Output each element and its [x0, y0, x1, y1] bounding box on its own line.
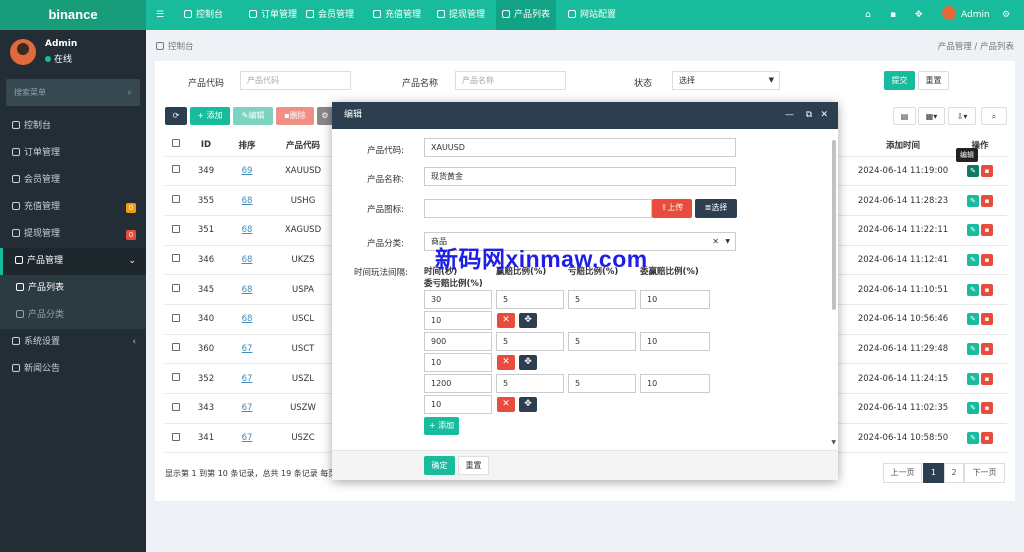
interval-win-input[interactable]: 5 [496, 332, 564, 351]
interval-entrust-loss-input[interactable]: 10 [424, 395, 492, 414]
col-entrust-loss-header: 委亏赔比例(%) [424, 279, 483, 289]
category-field-label: 产品分类: [367, 239, 404, 249]
remove-row-icon[interactable]: ✕ [497, 355, 515, 370]
add-interval-label: 添加 [438, 421, 455, 430]
interval-loss-input[interactable]: 5 [568, 332, 636, 351]
choose-label: 选择 [711, 203, 728, 212]
dialog-reset-button[interactable]: 重置 [458, 456, 489, 475]
interval-entrust-win-input[interactable]: 10 [640, 290, 710, 309]
dialog-title: 编辑 [344, 110, 363, 120]
interval-loss-input[interactable]: 5 [568, 290, 636, 309]
dialog-scrollbar[interactable] [832, 140, 836, 310]
interval-time-input[interactable]: 900 [424, 332, 492, 351]
interval-entrust-loss-input[interactable]: 10 [424, 353, 492, 372]
code-field-input[interactable]: XAUUSD [424, 138, 736, 157]
edit-dialog: 编辑 — ⧉ ✕ 产品代码: XAUUSD 产品名称: 现货黄金 产品图标: ⇪… [332, 102, 838, 480]
add-interval-button[interactable]: + 添加 [424, 417, 459, 435]
close-icon[interactable]: ✕ [820, 102, 828, 129]
upload-label: 上传 [667, 203, 684, 212]
move-row-icon[interactable]: ✥ [519, 313, 537, 328]
name-field-label: 产品名称: [367, 175, 404, 185]
interval-time-input[interactable]: 1200 [424, 374, 492, 393]
icon-field-label: 产品图标: [367, 205, 404, 215]
watermark: 新码网xinmaw.com [435, 246, 648, 272]
remove-row-icon[interactable]: ✕ [497, 313, 515, 328]
interval-entrust-win-input[interactable]: 10 [640, 332, 710, 351]
caret-down-icon: ▼ [725, 238, 730, 245]
move-row-icon[interactable]: ✥ [519, 397, 537, 412]
interval-win-input[interactable]: 5 [496, 290, 564, 309]
move-row-icon[interactable]: ✥ [519, 355, 537, 370]
choose-button[interactable]: ≣选择 [695, 199, 737, 218]
clear-icon[interactable]: ✕ [712, 233, 719, 250]
minimize-icon[interactable]: — [785, 102, 794, 129]
interval-win-input[interactable]: 5 [496, 374, 564, 393]
interval-entrust-loss-input[interactable]: 10 [424, 311, 492, 330]
icon-field-input[interactable] [424, 199, 652, 218]
interval-loss-input[interactable]: 5 [568, 374, 636, 393]
maximize-icon[interactable]: ⧉ [806, 102, 812, 129]
remove-row-icon[interactable]: ✕ [497, 397, 515, 412]
dialog-footer: 确定 重置 [332, 450, 838, 480]
name-field-input[interactable]: 现货黄金 [424, 167, 736, 186]
code-field-label: 产品代码: [367, 146, 404, 156]
dialog-header[interactable]: 编辑 — ⧉ ✕ [332, 102, 838, 129]
col-entrust-win-header: 委赢赔比例(%) [640, 267, 699, 277]
interval-entrust-win-input[interactable]: 10 [640, 374, 710, 393]
confirm-button[interactable]: 确定 [424, 456, 455, 475]
interval-time-input[interactable]: 30 [424, 290, 492, 309]
upload-button[interactable]: ⇪上传 [652, 199, 692, 218]
scroll-down-icon[interactable]: ▼ [831, 439, 836, 446]
